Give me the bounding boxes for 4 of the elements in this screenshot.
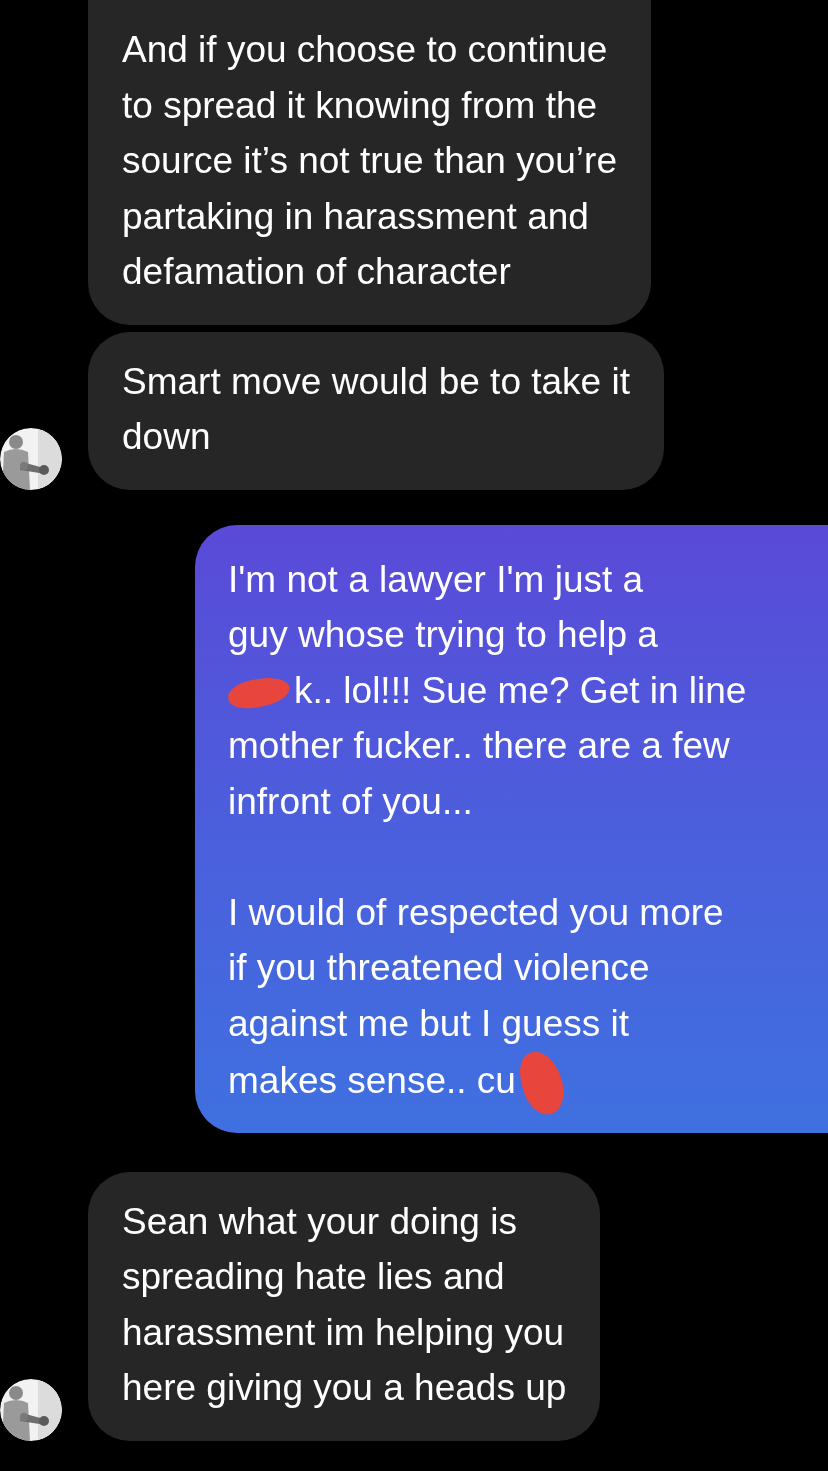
received-message: And if you choose to continue to spread it knowing from the source it’s not true than you’re partaking in harassment and defamation of character [88,0,651,325]
received-message: Sean what your doing is spreading hate lies and harassment im helping you here giving you a heads up [88,1171,601,1441]
received-message: Smart move would be to take it down [88,331,664,490]
sent-message: I'm not a lawyer I'm just a guy whose trying to help a k.. lol!!! Sue me? Get in line mother fucker.. there are a few infront of you... I would of respected you more if you threatened violence against me but I guess it makes sense.. cu [195,524,828,1133]
